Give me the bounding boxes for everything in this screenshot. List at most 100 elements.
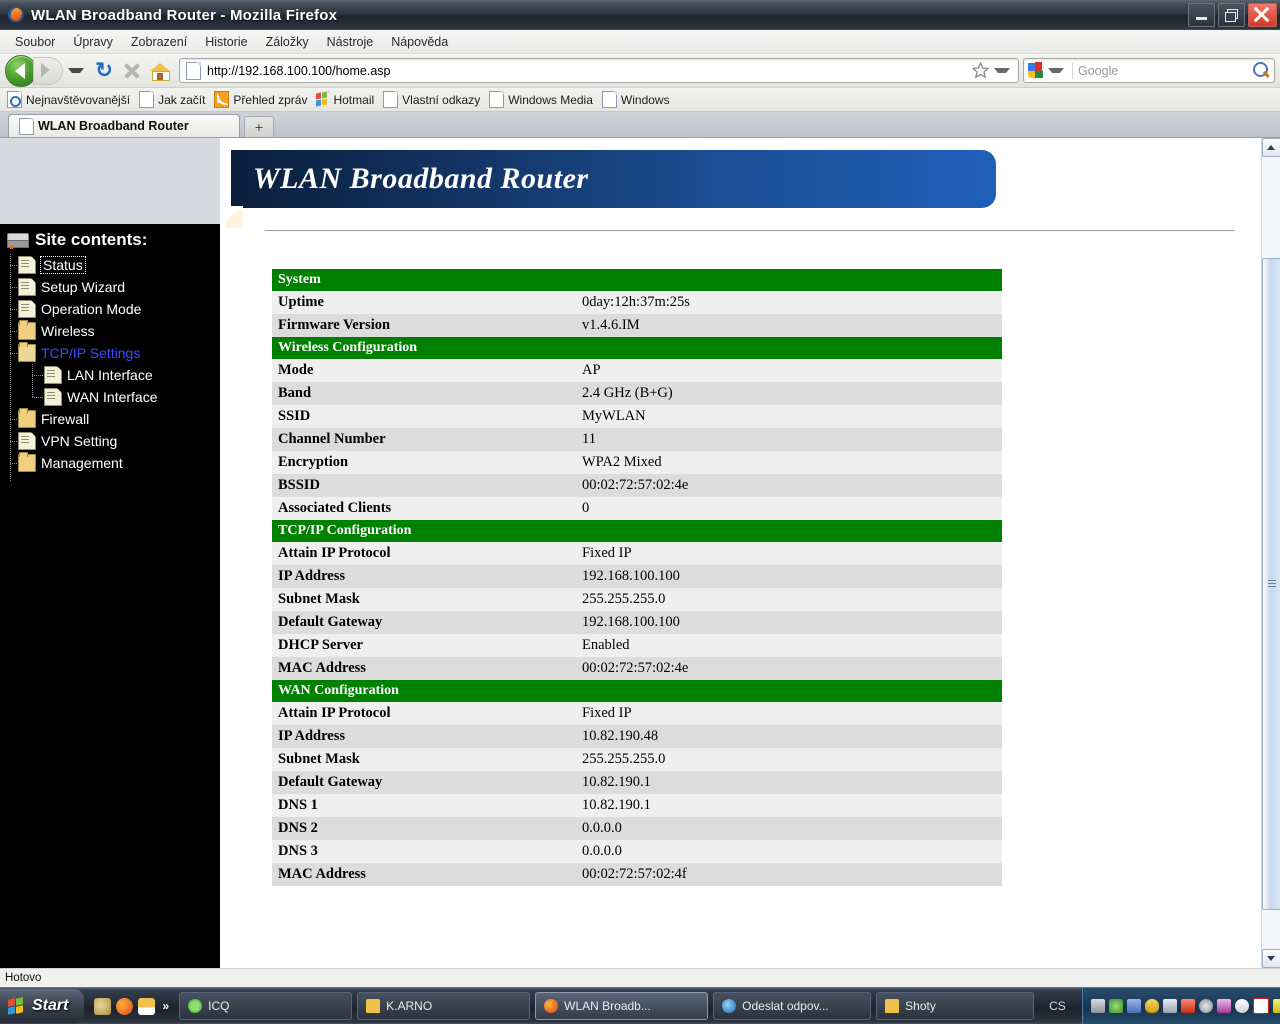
scrollbar-thumb[interactable] (1262, 258, 1280, 910)
home-network-icon[interactable] (138, 998, 155, 1015)
skull-icon[interactable] (1235, 999, 1249, 1013)
firefox-icon[interactable] (116, 998, 133, 1015)
row-value: Fixed IP (576, 702, 1002, 725)
search-icon[interactable] (1251, 61, 1271, 81)
sidebar-item-lan-interface[interactable]: LAN Interface (0, 364, 220, 386)
sidebar-item-operation-mode[interactable]: Operation Mode (0, 298, 220, 320)
bookmark-label: Windows (621, 93, 670, 107)
url-bar[interactable]: http://192.168.100.100/home.asp (179, 58, 1019, 83)
row-key: Associated Clients (272, 497, 576, 520)
page-icon (19, 118, 34, 135)
row-key: DNS 2 (272, 817, 576, 840)
notes-icon[interactable] (1217, 999, 1231, 1013)
minimize-button[interactable] (1188, 3, 1215, 27)
camera-icon[interactable] (1091, 999, 1105, 1013)
page-icon (18, 432, 36, 450)
taskbar-item-odeslat-odpoved[interactable]: Odeslat odpov... (713, 992, 871, 1020)
tab-wlan-broadband-router[interactable]: WLAN Broadband Router (8, 114, 240, 137)
volume-icon[interactable] (1181, 999, 1195, 1013)
network-icon[interactable] (1127, 999, 1141, 1013)
url-dropdown-icon[interactable] (994, 68, 1010, 73)
plane-icon[interactable] (1273, 999, 1280, 1013)
restore-button[interactable] (1218, 3, 1245, 27)
taskbar-item-wlan-broadband[interactable]: WLAN Broadb... (535, 992, 708, 1020)
sidebar-item-firewall[interactable]: Firewall (0, 408, 220, 430)
banner-corner-decoration (221, 206, 243, 228)
home-icon[interactable] (147, 58, 173, 84)
recycle-icon[interactable] (1109, 999, 1123, 1013)
bookmark-prehled-zprav[interactable]: Přehled zpráv (212, 91, 314, 108)
page-header-spacer (0, 138, 220, 224)
bookmark-windows-media[interactable]: Windows Media (487, 91, 600, 108)
row-key: Channel Number (272, 428, 576, 451)
sidebar-item-status[interactable]: Status (0, 254, 220, 276)
table-row: Firmware Versionv1.4.6.IM (272, 314, 1002, 337)
search-bar[interactable]: Google (1023, 58, 1275, 83)
table-row: Default Gateway192.168.100.100 (272, 611, 1002, 634)
page-icon (139, 91, 154, 108)
taskbar-item-karno[interactable]: K.ARNO (357, 992, 530, 1020)
sidebar-item-wan-interface[interactable]: WAN Interface (0, 386, 220, 408)
row-value: 0 (576, 497, 1002, 520)
table-row: Associated Clients0 (272, 497, 1002, 520)
row-value: 192.168.100.100 (576, 611, 1002, 634)
tab-bar: WLAN Broadband Router + (0, 112, 1280, 138)
stop-icon[interactable] (119, 58, 145, 84)
row-key: IP Address (272, 725, 576, 748)
chevron-more-icon[interactable]: » (162, 999, 169, 1013)
row-value: 0.0.0.0 (576, 817, 1002, 840)
start-button[interactable]: Start (0, 989, 84, 1023)
table-section-header: System (272, 269, 1002, 291)
page-icon (18, 300, 36, 318)
forward-icon[interactable] (33, 57, 63, 85)
menu-item-zobrazeni[interactable]: Zobrazení (122, 33, 196, 51)
reload-icon[interactable]: ↻ (91, 58, 117, 84)
row-value: 2.4 GHz (B+G) (576, 382, 1002, 405)
scroll-down-button[interactable] (1262, 949, 1280, 968)
bookmark-windows[interactable]: Windows (600, 91, 677, 108)
row-value: WPA2 Mixed (576, 451, 1002, 474)
menu-item-zalozky[interactable]: Záložky (257, 33, 318, 51)
sidebar-item-management[interactable]: Management (0, 452, 220, 474)
search-input[interactable]: Google (1078, 64, 1251, 78)
taskbar-item-shoty[interactable]: Shoty (876, 992, 1034, 1020)
antivirus-icon[interactable] (1163, 999, 1177, 1013)
star-icon[interactable] (971, 61, 990, 80)
sidebar-item-vpn-setting[interactable]: VPN Setting (0, 430, 220, 452)
shield-icon[interactable] (1145, 999, 1159, 1013)
search-engine-dropdown-icon[interactable] (1048, 68, 1064, 73)
menu-item-nastroje[interactable]: Nástroje (318, 33, 383, 51)
close-button[interactable] (1248, 3, 1277, 27)
row-key: Default Gateway (272, 771, 576, 794)
sidebar-item-wireless[interactable]: Wireless (0, 320, 220, 342)
menu-item-soubor[interactable]: Soubor (6, 33, 64, 51)
menu-item-historie[interactable]: Historie (196, 33, 256, 51)
sidebar-item-label: LAN Interface (67, 367, 153, 383)
bookmark-hotmail[interactable]: Hotmail (314, 92, 381, 107)
table-row: IP Address10.82.190.48 (272, 725, 1002, 748)
menu-item-upravy[interactable]: Úpravy (64, 33, 122, 51)
scroll-up-button[interactable] (1262, 138, 1280, 157)
taskbar-item-icq[interactable]: ICQ (179, 992, 352, 1020)
vertical-scrollbar[interactable] (1261, 138, 1280, 968)
section-title: WAN Configuration (272, 680, 1002, 702)
sidebar-item-setup-wizard[interactable]: Setup Wizard (0, 276, 220, 298)
language-indicator[interactable]: CS (1039, 999, 1076, 1013)
url-input[interactable]: http://192.168.100.100/home.asp (207, 64, 971, 78)
bookmark-vlastni-odkazy[interactable]: Vlastní odkazy (381, 91, 487, 108)
new-tab-button[interactable]: + (244, 116, 274, 137)
bookmark-nejnavstevovanejsi[interactable]: Nejnavštěvovanější (5, 91, 137, 108)
chevron-down-icon[interactable] (68, 68, 84, 73)
table-row: Channel Number11 (272, 428, 1002, 451)
menu-item-napoveda[interactable]: Nápověda (382, 33, 457, 51)
bookmark-label: Windows Media (508, 93, 593, 107)
sidebar-item-label: WAN Interface (67, 389, 158, 405)
icq-icon (188, 999, 202, 1013)
disc-icon[interactable] (1199, 999, 1213, 1013)
media-player-icon[interactable] (94, 998, 111, 1015)
row-value: 10.82.190.1 (576, 794, 1002, 817)
sidebar-item-tcpip-settings[interactable]: TCP/IP Settings (0, 342, 220, 364)
bookmark-jak-zacit[interactable]: Jak začít (137, 91, 212, 108)
winamp-icon[interactable] (1253, 998, 1269, 1014)
folder-icon (18, 410, 36, 428)
